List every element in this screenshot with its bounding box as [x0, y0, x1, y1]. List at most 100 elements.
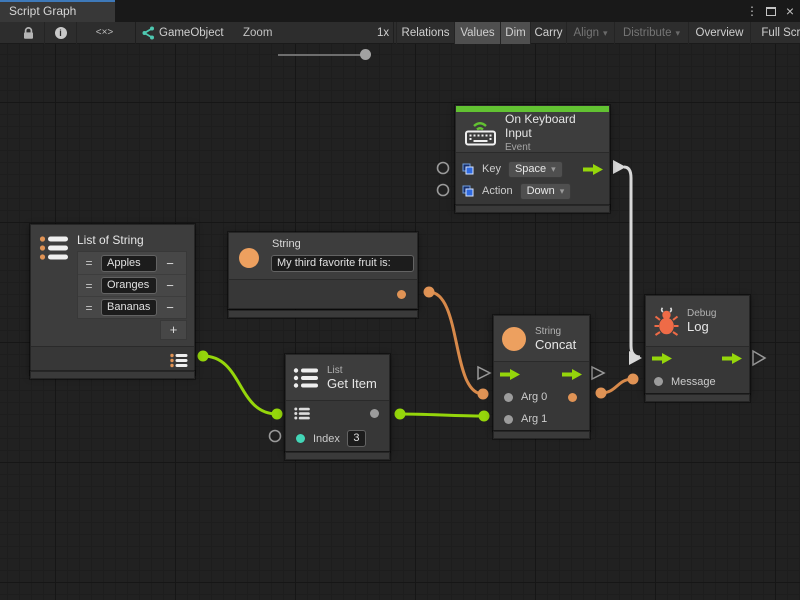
relations-button[interactable]: Relations	[396, 22, 454, 44]
node-footer	[285, 452, 390, 460]
remove-item-button[interactable]: −	[158, 300, 182, 315]
port-getitem-output[interactable]	[395, 409, 406, 420]
flow-output-log-unconnected[interactable]	[753, 351, 765, 365]
flow-input-arrow-icon[interactable]	[500, 368, 521, 381]
node-title: Get Item	[327, 376, 377, 391]
node-title: String	[272, 238, 301, 250]
node-footer	[645, 394, 750, 402]
list-item-field[interactable]: Oranges	[101, 277, 157, 294]
port-list-output[interactable]	[198, 351, 209, 362]
string-output-port[interactable]	[397, 290, 406, 299]
bug-icon	[654, 307, 679, 336]
chevron-down-icon: ▾	[676, 28, 681, 38]
values-button[interactable]: Values	[454, 22, 500, 44]
list-editor: = Apples − = Oranges − = Bananas −	[77, 251, 187, 319]
flow-input-concat-unconnected[interactable]	[478, 367, 490, 379]
flow-output-arrow-icon[interactable]	[722, 352, 743, 365]
node-get-item[interactable]: List Get Item Index 3	[285, 354, 390, 452]
string-type-icon	[502, 327, 526, 351]
node-category: Debug	[687, 308, 716, 319]
drag-handle-icon[interactable]: =	[78, 301, 100, 315]
node-footer	[455, 205, 610, 213]
distribute-label: Distribute	[623, 27, 672, 39]
port-string-output[interactable]	[424, 287, 435, 298]
overview-button[interactable]: Overview	[688, 22, 750, 44]
node-footer	[228, 310, 418, 318]
arg1-label: Arg 1	[521, 413, 547, 425]
code-preview-button[interactable]: <×>	[76, 22, 132, 44]
zoom-slider-knob[interactable]	[360, 49, 371, 60]
carry-button[interactable]: Carry	[530, 22, 566, 44]
node-title: List of String	[77, 233, 187, 247]
port-index-unconnected[interactable]	[270, 431, 281, 442]
add-item-button[interactable]: +	[160, 320, 187, 340]
node-footer	[30, 371, 195, 379]
flow-output-arrow-icon[interactable]	[583, 163, 604, 176]
node-list-of-string[interactable]: List of String = Apples − = Oranges − =	[30, 224, 195, 375]
port-action-unconnected[interactable]	[438, 185, 449, 196]
action-value: Down	[527, 185, 555, 197]
distribute-dropdown[interactable]: Distribute ▾	[614, 22, 688, 44]
list-item-row: = Oranges −	[78, 274, 186, 296]
list-item-field[interactable]: Bananas	[101, 299, 157, 316]
window-maximize-icon[interactable]	[766, 7, 776, 16]
info-button[interactable]: i	[44, 22, 76, 44]
remove-item-button[interactable]: −	[158, 278, 182, 293]
index-label: Index	[313, 433, 340, 445]
window-close-icon[interactable]: ×	[784, 0, 796, 22]
node-concat[interactable]: String Concat Arg 0 Arg 1	[493, 315, 590, 431]
align-dropdown[interactable]: Align ▾	[566, 22, 614, 44]
script-graph-window: Script Graph ⋮ × i <×>	[0, 0, 800, 600]
key-dropdown[interactable]: Space▾	[508, 161, 563, 178]
chevron-down-icon: ▾	[603, 28, 608, 38]
index-input-port[interactable]	[296, 434, 305, 443]
flow-input-arrow-log[interactable]	[629, 351, 642, 365]
result-output-port[interactable]	[568, 393, 577, 402]
port-concat-arg1-input[interactable]	[479, 411, 490, 422]
index-value-field[interactable]: 3	[347, 430, 366, 447]
port-log-message-input[interactable]	[628, 374, 639, 385]
node-category: String	[535, 326, 576, 337]
tab-strip: Script Graph ⋮ ×	[0, 0, 800, 22]
flow-output-arrow-keyboard[interactable]	[613, 160, 626, 174]
arg0-input-port[interactable]	[504, 393, 513, 402]
tab-script-graph[interactable]: Script Graph	[0, 0, 115, 22]
member-icon	[462, 185, 474, 197]
node-debug-log[interactable]: Debug Log Message	[645, 295, 750, 394]
drag-handle-icon[interactable]: =	[78, 279, 100, 293]
node-string-literal[interactable]: String My third favorite fruit is:	[228, 232, 418, 309]
port-getitem-list-input[interactable]	[272, 409, 283, 420]
zoom-slider-track[interactable]	[278, 54, 368, 56]
chevron-down-icon: ▾	[560, 186, 565, 197]
flow-input-arrow-icon[interactable]	[652, 352, 673, 365]
lock-button[interactable]	[12, 22, 44, 44]
port-key-unconnected[interactable]	[438, 163, 449, 174]
action-port-label: Action	[482, 185, 513, 197]
node-on-keyboard-input[interactable]: On Keyboard Input Event Key Space▾	[455, 105, 610, 209]
window-menu-icon[interactable]: ⋮	[746, 0, 758, 22]
node-title: Concat	[535, 337, 576, 352]
arg1-input-port[interactable]	[504, 415, 513, 424]
list-item-field[interactable]: Apples	[101, 255, 157, 272]
item-output-port[interactable]	[370, 409, 379, 418]
list-output-port-icon[interactable]	[170, 353, 188, 368]
lock-icon	[22, 26, 35, 40]
port-concat-arg0-input[interactable]	[478, 389, 489, 400]
port-concat-output[interactable]	[596, 388, 607, 399]
fullscreen-button[interactable]: Full Screen	[750, 22, 800, 44]
list-icon	[39, 235, 69, 261]
node-category: List	[327, 365, 377, 376]
wire-string-to-concat	[429, 292, 483, 394]
align-label: Align	[573, 27, 599, 39]
string-value-field[interactable]: My third favorite fruit is:	[271, 255, 414, 272]
flow-output-arrow-icon[interactable]	[562, 368, 583, 381]
flow-output-concat-unconnected[interactable]	[592, 367, 604, 379]
remove-item-button[interactable]: −	[158, 256, 182, 271]
dim-button[interactable]: Dim	[500, 22, 530, 44]
gameobject-icon	[140, 26, 155, 40]
target-label[interactable]: GameObject	[159, 22, 224, 44]
action-dropdown[interactable]: Down ▾	[520, 183, 572, 200]
drag-handle-icon[interactable]: =	[78, 256, 100, 270]
message-input-port[interactable]	[654, 377, 663, 386]
list-input-port-icon[interactable]	[294, 407, 310, 420]
